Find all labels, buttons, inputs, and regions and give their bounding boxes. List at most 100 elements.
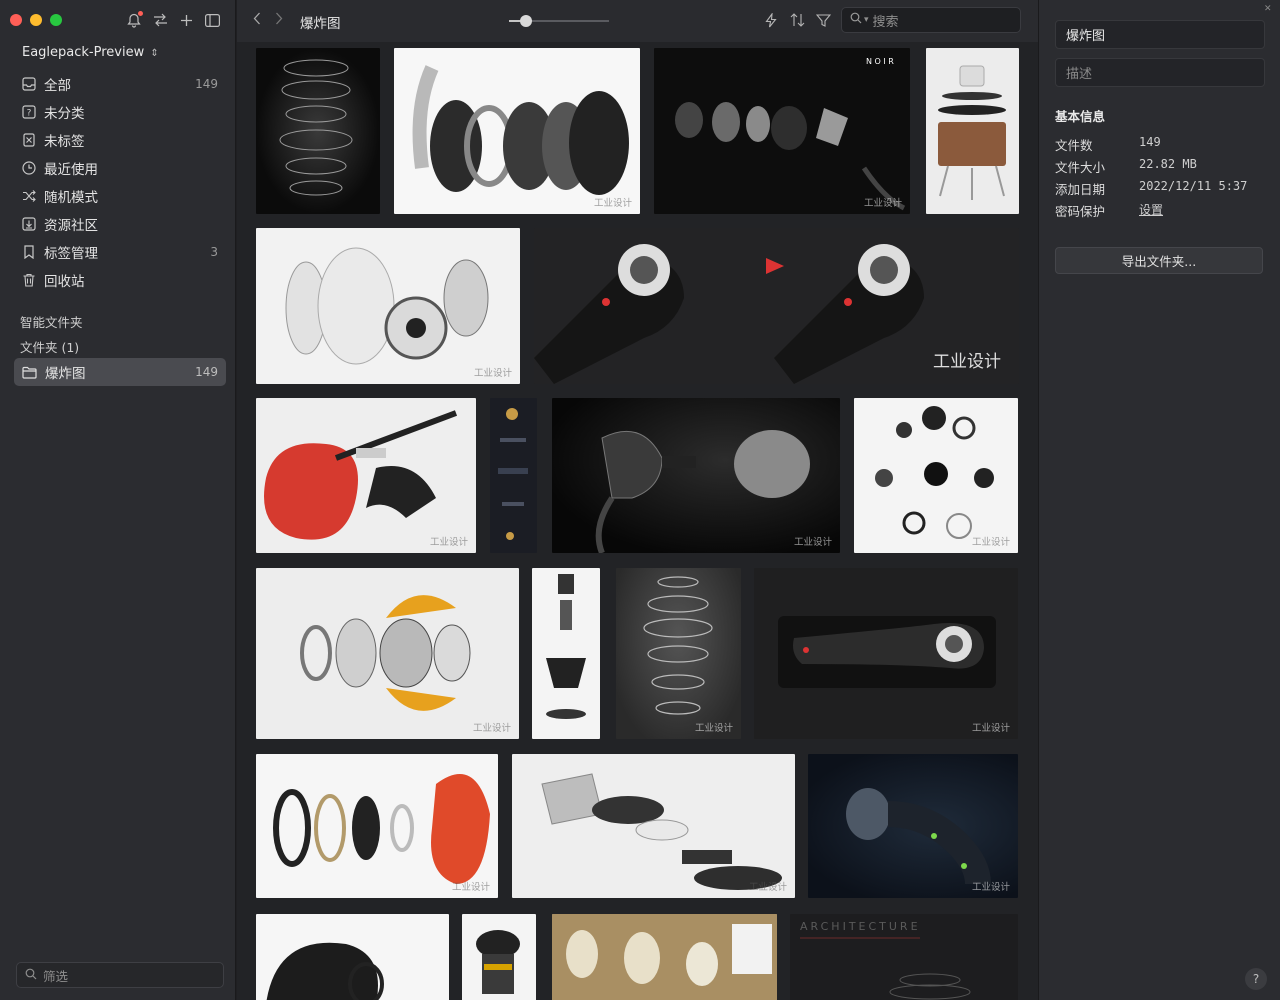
untagged-icon (22, 133, 36, 147)
thumbnail[interactable] (490, 398, 537, 553)
folder-label: 爆炸图 (45, 366, 86, 382)
thumbnail[interactable]: 工业设计 (552, 398, 840, 553)
sidebar-item-recent[interactable]: 最近使用 (14, 154, 226, 182)
exploded-black-device-art (266, 942, 384, 1000)
watermark: 工业设计 (429, 537, 468, 548)
thumbnail[interactable] (256, 914, 449, 1000)
exploded-earbud-blue-art (846, 788, 991, 885)
export-folder-button[interactable]: 导出文件夹... (1055, 247, 1263, 274)
exploded-robot-speaker-art (285, 247, 489, 365)
folder-name-field[interactable]: 爆炸图 (1055, 20, 1265, 49)
exploded-headphone-art (412, 65, 629, 195)
thumbnail[interactable]: ARCHITECTURE (790, 914, 1018, 1000)
info-key: 密码保护 (1055, 204, 1106, 219)
sidebar-item-label: 未分类 (44, 106, 85, 122)
folder-item-active[interactable]: 爆炸图 149 (14, 358, 226, 386)
thumbnail[interactable] (462, 914, 536, 1000)
lightning-icon[interactable] (763, 11, 779, 29)
thumbnail[interactable]: 工业设计 (512, 754, 795, 898)
thumbnail[interactable]: 工业设计 (256, 228, 520, 384)
inspector-panel: 爆炸图 描述 基本信息 文件数 149 文件大小 22.82 MB 添加日期 2… (1038, 0, 1280, 1000)
info-key: 文件数 (1055, 138, 1093, 153)
exploded-guitar-art (264, 410, 458, 540)
thumbnail[interactable] (256, 48, 380, 214)
sidebar-item-untagged[interactable]: 未标签 (14, 126, 226, 154)
sidebar-item-tag-manager[interactable]: 标签管理 3 (14, 238, 226, 266)
info-row-file-size: 文件大小 22.82 MB (1055, 157, 1265, 176)
exploded-earbud-art: N O I R (675, 57, 906, 211)
history-nav (253, 12, 283, 29)
info-value: 149 (1139, 135, 1161, 149)
close-icon[interactable]: ✕ (1264, 4, 1272, 14)
sidebar-item-uncategorized[interactable]: ? 未分类 (14, 98, 226, 126)
thumbnail[interactable] (532, 568, 600, 739)
sidebar-item-random[interactable]: 随机模式 (14, 182, 226, 210)
thumbnail[interactable]: 工业设计 (854, 398, 1018, 553)
shuffle-icon (22, 189, 36, 203)
minimize-window-button[interactable] (30, 14, 42, 26)
thumbnail[interactable]: 工业设计 (808, 754, 1018, 898)
sidebar-item-community[interactable]: 资源社区 (14, 210, 226, 238)
watermark: 工业设计 (933, 352, 1001, 372)
help-button[interactable]: ? (1245, 968, 1267, 990)
bell-icon[interactable] (126, 11, 143, 29)
back-icon[interactable] (253, 12, 261, 29)
zoom-slider-knob[interactable] (520, 15, 532, 27)
filter-placeholder: 筛选 (43, 968, 69, 984)
watermark: 工业设计 (593, 198, 632, 209)
sidebar-item-label: 资源社区 (44, 218, 98, 234)
add-icon[interactable] (178, 11, 194, 29)
thumbnail[interactable]: 工业设计 (394, 48, 640, 214)
password-settings-link[interactable]: 设置 (1139, 201, 1163, 220)
sidebar-item-all[interactable]: 全部 149 (14, 70, 226, 98)
zoom-window-button[interactable] (50, 14, 62, 26)
inbox-icon (22, 77, 36, 91)
sync-icon[interactable] (152, 11, 168, 29)
thumbnail[interactable] (926, 48, 1019, 214)
filter-input[interactable]: 筛选 (16, 962, 224, 988)
thumbnail[interactable]: 工业设计 (534, 228, 1019, 384)
search-input[interactable]: ▾ 搜索 (841, 7, 1021, 33)
thumbnail[interactable]: 工业设计 (256, 568, 519, 739)
chevron-down-icon[interactable]: ▾ (864, 15, 869, 25)
watermark: 工业设计 (472, 723, 511, 734)
search-icon (850, 12, 862, 28)
forward-icon[interactable] (275, 12, 283, 29)
sidebar-item-label: 最近使用 (44, 162, 98, 178)
folder-icon (22, 366, 37, 379)
sort-icon[interactable] (789, 11, 805, 29)
watermark: 工业设计 (793, 537, 832, 548)
thumbnail[interactable]: 工业设计 (256, 398, 476, 553)
thumbnail[interactable] (552, 914, 777, 1000)
smart-folders-heading[interactable]: 智能文件夹 (20, 312, 83, 331)
svg-text:?: ? (27, 109, 32, 119)
description-field[interactable]: 描述 (1055, 58, 1265, 87)
info-row-password: 密码保护 设置 (1055, 201, 1265, 220)
sidebar-item-count: 3 (210, 245, 218, 259)
chevron-updown-icon: ⇕ (150, 48, 159, 59)
sidebar-item-label: 标签管理 (44, 246, 98, 262)
thumbnail[interactable]: N O I R 工业设计 (654, 48, 910, 214)
watermark: 工业设计 (694, 723, 733, 734)
sidebar-item-label: 回收站 (44, 274, 85, 290)
exploded-lamp-art (498, 408, 528, 540)
folder-count: 149 (195, 365, 218, 379)
sidebar-toggle-icon[interactable] (204, 11, 220, 29)
thumbnail[interactable]: 工业设计 (256, 754, 498, 898)
notification-dot (138, 11, 143, 16)
exploded-mouse-art (541, 773, 782, 890)
info-value: 2022/12/11 5:37 (1139, 179, 1248, 193)
zoom-slider[interactable] (509, 15, 609, 27)
watermark: 工业设计 (971, 882, 1010, 893)
search-placeholder: 搜索 (872, 14, 899, 30)
thumbnail[interactable]: 工业设计 (754, 568, 1018, 739)
exploded-earphone-art (595, 430, 810, 553)
close-window-button[interactable] (10, 14, 22, 26)
info-key: 文件大小 (1055, 160, 1106, 175)
filter-icon[interactable] (815, 11, 831, 29)
folders-heading[interactable]: 文件夹 (1) (20, 337, 79, 356)
library-switcher[interactable]: Eaglepack-Preview ⇕ (22, 45, 159, 60)
thumbnail[interactable]: 工业设计 (616, 568, 741, 739)
watermark: 工业设计 (971, 723, 1010, 734)
sidebar-item-trash[interactable]: 回收站 (14, 266, 226, 294)
